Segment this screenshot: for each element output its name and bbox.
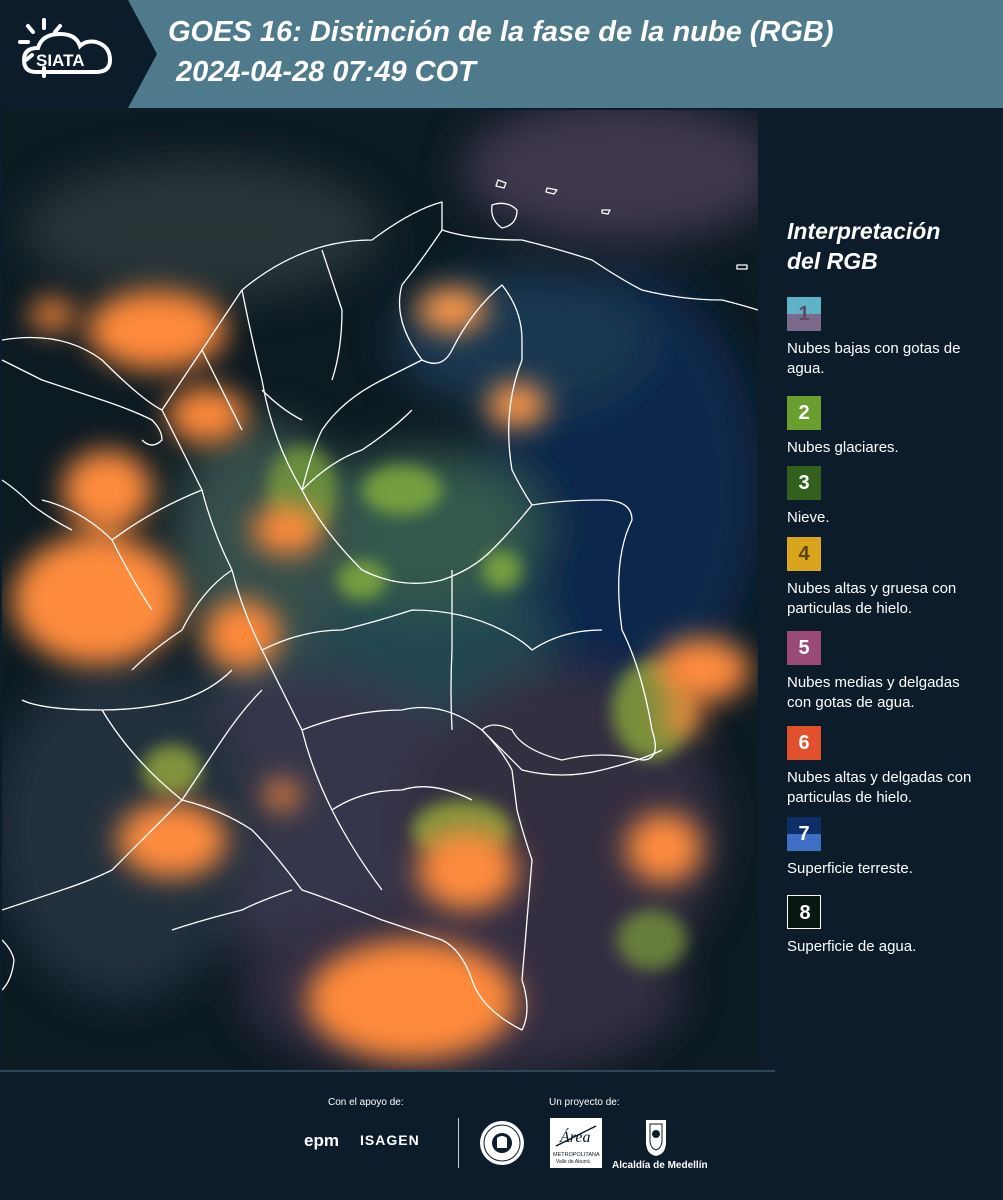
satellite-map xyxy=(2,110,758,1070)
legend-number-4: 4 xyxy=(798,543,810,565)
legend-number-1: 1 xyxy=(798,303,810,325)
legend-number-2: 2 xyxy=(798,402,810,424)
legend-item-6: 6 Nubes altas y delgadas con particulas d… xyxy=(787,726,997,808)
amva-seal-logo xyxy=(480,1121,524,1165)
footer-divider xyxy=(0,1070,775,1072)
legend-label-7: Superficie terreste. xyxy=(787,860,913,877)
legend-item-1: 1 Nubes bajas con gotas de agua. xyxy=(787,297,997,379)
legend-label-1: Nubes bajas con gotas de agua. xyxy=(787,340,961,377)
legend-title-line1: Interpretación xyxy=(787,218,941,244)
svg-text:Valle de Aburrá: Valle de Aburrá xyxy=(556,1159,590,1165)
legend-swatch-1: 1 xyxy=(787,297,821,331)
legend-title-line2: del RGB xyxy=(787,248,878,274)
legend-item-8: 8 Superficie de agua. xyxy=(787,895,997,957)
header-bar: SIATA GOES 16: Distinción de la fase de … xyxy=(0,0,1003,108)
legend-item-3: 3 Nieve. xyxy=(787,466,997,528)
legend-number-6: 6 xyxy=(798,732,810,754)
legend-swatch-2: 2 xyxy=(787,396,821,430)
legend-swatch-4: 4 xyxy=(787,537,821,571)
legend-swatch-3: 3 xyxy=(787,466,821,500)
legend-label-2: Nubes glaciares. xyxy=(787,439,899,456)
rgb-legend: Interpretación del RGB xyxy=(787,216,997,294)
legend-swatch-5: 5 xyxy=(787,631,821,665)
page-timestamp: 2024-04-28 07:49 COT xyxy=(176,56,476,88)
legend-swatch-6: 6 xyxy=(787,726,821,760)
footer-separator xyxy=(458,1118,459,1168)
legend-number-3: 3 xyxy=(798,472,810,494)
legend-label-6: Nubes altas y delgadas con particulas de… xyxy=(787,769,972,806)
legend-number-5: 5 xyxy=(798,637,810,659)
legend-label-3: Nieve. xyxy=(787,509,830,526)
legend-item-5: 5 Nubes medias y delgadas con gotas de ag… xyxy=(787,631,997,713)
alcaldia-medellin-label: Alcaldía de Medellín xyxy=(612,1160,708,1171)
legend-number-8: 8 xyxy=(799,902,811,924)
legend-label-4: Nubes altas y gruesa con particulas de h… xyxy=(787,580,957,617)
page-title: GOES 16: Distinción de la fase de la nub… xyxy=(168,16,834,48)
siata-logo-block: SIATA xyxy=(0,0,157,108)
legend-swatch-8: 8 xyxy=(787,895,821,929)
isagen-logo: ISAGEN xyxy=(360,1132,420,1148)
legend-title: Interpretación del RGB xyxy=(787,216,997,276)
siata-logo: SIATA xyxy=(18,18,113,78)
legend-item-2: 2 Nubes glaciares. xyxy=(787,396,997,458)
legend-label-5: Nubes medias y delgadas con gotas de agu… xyxy=(787,674,960,711)
siata-logo-text: SIATA xyxy=(36,51,84,70)
legend-swatch-7: 7 xyxy=(787,817,821,851)
epm-logo: epm xyxy=(304,1131,339,1150)
svg-text:METROPOLITANA: METROPOLITANA xyxy=(553,1152,600,1158)
satellite-rgb-image xyxy=(2,110,758,1070)
legend-label-8: Superficie de agua. xyxy=(787,938,917,955)
area-metropolitana-logo: Área METROPOLITANA Valle de Aburrá xyxy=(550,1118,602,1168)
legend-item-4: 4 Nubes altas y gruesa con particulas de … xyxy=(787,537,997,619)
legend-number-7: 7 xyxy=(798,823,810,845)
support-label: Con el apoyo de: xyxy=(328,1097,404,1108)
legend-item-7: 7 Superficie terreste. xyxy=(787,817,997,879)
project-label: Un proyecto de: xyxy=(549,1097,620,1108)
medellin-shield-logo xyxy=(646,1120,666,1156)
